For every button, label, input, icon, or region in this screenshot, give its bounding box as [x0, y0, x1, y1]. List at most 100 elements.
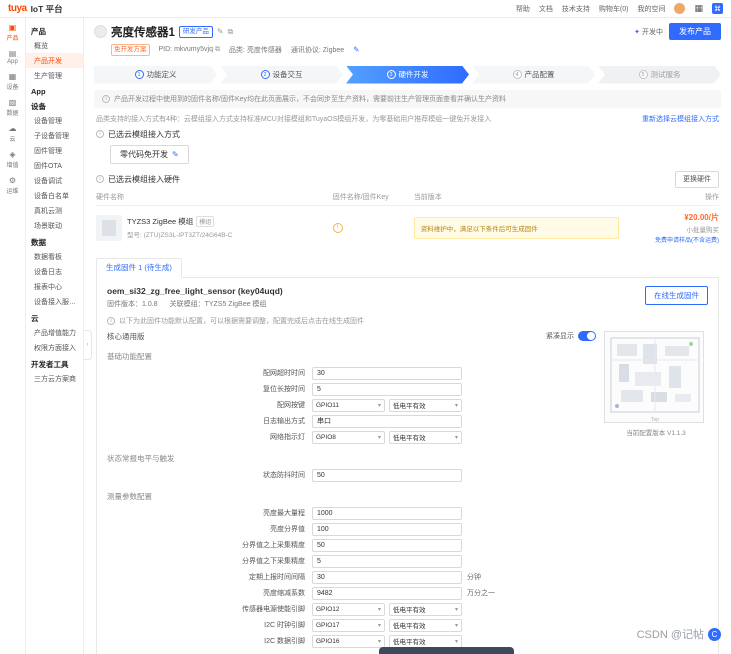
- rail-item-device[interactable]: ▦ 设备: [0, 73, 25, 92]
- reselect-access-link[interactable]: 重新选择云模组接入方式: [642, 114, 719, 124]
- pairing-key-gpio-select[interactable]: GPIO11 ▾: [312, 398, 385, 412]
- log-output-input[interactable]: [312, 414, 462, 428]
- reset-hold-input[interactable]: [312, 382, 462, 396]
- no-code-dev-button[interactable]: 零代码免开发 ✎: [110, 144, 189, 164]
- sidebar-item-access-query[interactable]: 设备接入服务查询: [26, 294, 83, 309]
- max-range-input[interactable]: [312, 506, 462, 520]
- firmware-name: oem_si32_zg_free_light_sensor (key04uqd): [107, 285, 283, 296]
- user-avatar[interactable]: [674, 3, 686, 14]
- menu-group-devtools: 开发者工具: [31, 360, 69, 369]
- pairing-timeout-input[interactable]: [312, 366, 462, 380]
- below-precision-input[interactable]: [312, 554, 462, 568]
- boundary-value-input[interactable]: [312, 522, 462, 536]
- sidebar-item-device-mgmt[interactable]: 设备管理: [26, 113, 83, 128]
- sidebar-item-auth-access[interactable]: 权限方面接入: [26, 340, 83, 355]
- rail-item-vas[interactable]: ◈ 增值: [0, 150, 25, 170]
- product-icon: ▣: [8, 23, 17, 32]
- net-led-gpio-select[interactable]: GPIO8 ▾: [312, 430, 385, 444]
- sidebar-item-dashboard[interactable]: 数据看板: [26, 249, 83, 264]
- form-row: 定期上报时间间隔 分钟: [107, 570, 596, 584]
- scale-factor-input[interactable]: [312, 586, 462, 600]
- i2c-sda-level-select[interactable]: 低电平有效 ▾: [389, 634, 462, 648]
- rail-item-cloud[interactable]: ☁ 云: [0, 125, 25, 144]
- generate-firmware-button[interactable]: 在线生成固件: [645, 285, 708, 305]
- i2c-scl-level-select[interactable]: 低电平有效 ▾: [389, 618, 462, 632]
- change-hardware-button[interactable]: 更换硬件: [675, 170, 719, 188]
- board-preview-panel: Top 当前配置版本 V1.1.3: [596, 330, 708, 654]
- chevron-down-icon: ▾: [377, 402, 381, 409]
- sidebar-item-report-center[interactable]: 报表中心: [26, 279, 83, 294]
- sensor-power-gpio-select[interactable]: GPIO12 ▾: [312, 602, 385, 616]
- docs-link[interactable]: 文档: [539, 4, 553, 14]
- info-icon: i: [107, 316, 115, 325]
- publish-product-button[interactable]: 发布产品: [669, 23, 721, 40]
- firmware-meta: 固件版本：1.0.8 关联模组：TYZS5 ZigBee 模组: [107, 300, 267, 308]
- top-bar: tuya IoT 平台 帮助 文档 技术支持 购物车(0) 我的空间 ▦ ⌘: [0, 0, 731, 18]
- sensor-power-level-select[interactable]: 低电平有效 ▾: [389, 602, 462, 616]
- step-device-interaction[interactable]: 2 设备交互: [220, 66, 343, 84]
- field-label: 网络指示灯: [270, 434, 305, 441]
- vas-icon: ◈: [9, 150, 16, 159]
- core-edition-label: 核心通用版: [107, 331, 145, 341]
- step-function-definition[interactable]: 1 功能定义: [94, 66, 217, 84]
- field-label: 分界值之下采集精度: [242, 558, 305, 565]
- debounce-input[interactable]: [312, 468, 462, 482]
- edit-meta-icon[interactable]: ✎: [353, 45, 359, 54]
- cart-link[interactable]: 购物车(0): [599, 4, 629, 14]
- sidebar-item-thirdparty-cloud[interactable]: 三方云方案商: [26, 371, 83, 386]
- access-desc-text: 品类支持的接入方式有4种：云模组接入方式支持标准MCU对接模组和TuyaOS模组…: [96, 115, 492, 123]
- sidebar-collapse-handle[interactable]: ‹: [84, 330, 92, 360]
- sidebar-item-firmware-mgmt[interactable]: 固件管理: [26, 143, 83, 158]
- tab-generate-firmware[interactable]: 生成固件 1 (待生成): [96, 257, 182, 278]
- sidebar-item-overview[interactable]: 概览: [26, 38, 83, 53]
- rail-item-data[interactable]: ▧ 数据: [0, 99, 25, 118]
- topbar-links: 帮助 文档 技术支持 购物车(0) 我的空间 ▦ ⌘: [516, 3, 723, 14]
- sidebar-item-firmware-ota[interactable]: 固件OTA: [26, 158, 83, 173]
- rail-item-app[interactable]: ▤ App: [0, 50, 25, 66]
- rail-label: 云: [9, 137, 16, 143]
- sidebar-item-product-dev[interactable]: 产品开发: [26, 53, 83, 68]
- step-number: 4: [513, 70, 522, 79]
- copy-pid-icon[interactable]: ⧉: [215, 46, 220, 53]
- sidebar-item-vas-capability[interactable]: 产品增值能力: [26, 325, 83, 340]
- sidebar-item-real-test[interactable]: 真机云测: [26, 203, 83, 218]
- form-row: 日志输出方式: [107, 414, 596, 428]
- step-product-config[interactable]: 4 产品配置: [472, 66, 595, 84]
- rail-label: 运维: [6, 189, 19, 195]
- notice-text: 产品开发过程中使用到的固件名称/固件Key均在此页面展示，不会同步至生产资料，需…: [114, 95, 507, 103]
- access-method-section: 品类支持的接入方式有4种：云模组接入方式支持标准MCU对接模组和TuyaOS模组…: [84, 114, 731, 171]
- sidebar-item-scene-link[interactable]: 场景联动: [26, 218, 83, 233]
- rail-item-ops[interactable]: ⚙ 运维: [0, 177, 25, 196]
- workspace-select[interactable]: 我的空间: [637, 4, 665, 14]
- i2c-scl-gpio-select[interactable]: GPIO17 ▾: [312, 618, 385, 632]
- chevron-down-icon: ▾: [377, 638, 381, 645]
- sidebar-item-device-log[interactable]: 设备日志: [26, 264, 83, 279]
- compact-display-toggle[interactable]: [578, 331, 596, 341]
- sidebar-item-subdevice-mgmt[interactable]: 子设备管理: [26, 128, 83, 143]
- field-label: 传感器电源使能引脚: [242, 606, 305, 613]
- firmware-info: i 以下为此固件功能默认配置，可以根据需要调整，配置完成后点击在线生成固件: [107, 316, 708, 326]
- step-hardware-dev[interactable]: 3 硬件开发: [346, 66, 469, 84]
- apps-grid-icon[interactable]: ▦: [694, 3, 703, 14]
- step-test-service[interactable]: 5 测试服务: [598, 66, 721, 84]
- edit-title-icon[interactable]: ✎: [217, 27, 224, 36]
- sidebar-item-whitelist[interactable]: 设备白名单: [26, 188, 83, 203]
- net-led-level-select[interactable]: 低电平有效 ▾: [389, 430, 462, 444]
- i2c-sda-gpio-select[interactable]: GPIO16 ▾: [312, 634, 385, 648]
- console-shortcut-icon[interactable]: ⌘: [712, 3, 723, 14]
- copy-icon[interactable]: ⧉: [228, 27, 234, 37]
- report-interval-input[interactable]: [312, 570, 462, 584]
- tuya-logo[interactable]: tuya: [8, 3, 27, 14]
- module-image: [96, 214, 122, 241]
- support-link[interactable]: 技术支持: [562, 4, 590, 14]
- rail-item-product[interactable]: ▣ 产品: [0, 23, 25, 43]
- section-measure-config: 测量参数配置: [107, 491, 152, 501]
- sidebar-item-device-debug[interactable]: 设备调试: [26, 173, 83, 188]
- sidebar-item-production[interactable]: 生产管理: [26, 68, 83, 83]
- above-precision-input[interactable]: [312, 538, 462, 552]
- free-sample-link[interactable]: 免费申请样品(不含运费): [619, 235, 719, 244]
- csdn-icon: C: [708, 627, 721, 641]
- pairing-key-level-select[interactable]: 低电平有效 ▾: [389, 398, 462, 412]
- form-row: 配网超时时间: [107, 366, 596, 380]
- help-link[interactable]: 帮助: [516, 4, 530, 14]
